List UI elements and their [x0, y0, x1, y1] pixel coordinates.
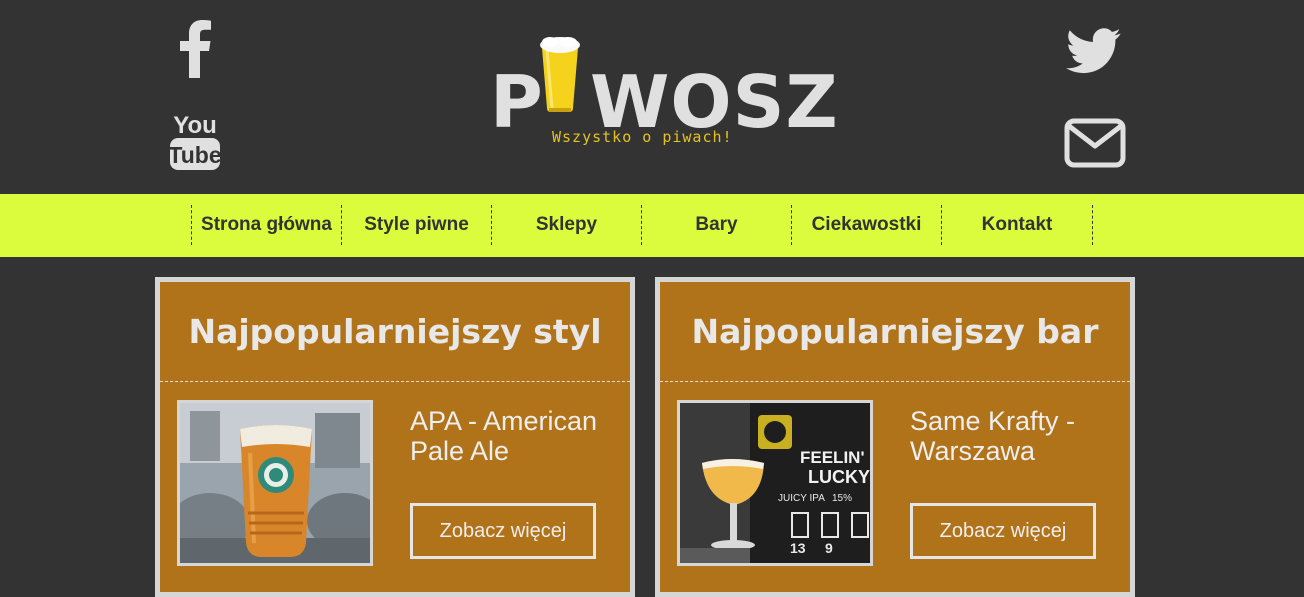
site-tagline: Wszystko o piwach!: [552, 128, 733, 146]
youtube-icon-label-top: You: [173, 112, 217, 139]
logo-letter-p: P: [490, 60, 544, 144]
youtube-icon[interactable]: You Tube: [169, 109, 221, 171]
see-more-button[interactable]: Zobacz więcej: [910, 503, 1096, 559]
sign-line-2: LUCKY: [808, 467, 870, 487]
site-logo[interactable]: P WOSZ: [488, 32, 838, 138]
style-name: APA - American Pale Ale: [410, 406, 598, 466]
sign-line-1: FEELIN': [800, 448, 865, 467]
card-title: Najpopularniejszy styl: [160, 282, 630, 382]
bar-name: Same Krafty - Warszawa: [910, 406, 1076, 466]
apa-beer-photo: [177, 400, 373, 566]
nav-item-contact[interactable]: Kontakt: [941, 205, 1093, 245]
nav-item-shops[interactable]: Sklepy: [491, 205, 641, 245]
mail-icon[interactable]: [1064, 118, 1126, 168]
twitter-icon[interactable]: [1066, 28, 1122, 74]
card-title: Najpopularniejszy bar: [660, 282, 1130, 382]
sign-line-3: JUICY IPA: [778, 493, 825, 504]
bar-photo: FEELIN' LUCKY JUICY IPA 15% 13 9: [677, 400, 873, 566]
nav-item-bars[interactable]: Bary: [641, 205, 791, 245]
nav-item-trivia[interactable]: Ciekawostki: [791, 205, 941, 245]
see-more-button[interactable]: Zobacz więcej: [410, 503, 596, 559]
nav-item-beer-styles[interactable]: Style piwne: [341, 205, 491, 245]
site-header: You Tube P WOSZ Wszystko o piwach!: [0, 0, 1304, 194]
main-navigation: Strona główna Style piwne Sklepy Bary Ci…: [0, 194, 1304, 257]
sign-number-2: 9: [825, 540, 833, 556]
beer-glass-icon: [540, 37, 580, 112]
sign-number-1: 13: [790, 540, 806, 556]
nav-item-home[interactable]: Strona główna: [191, 205, 341, 245]
popular-style-card: Najpopularniejszy styl APA - American Pa…: [155, 277, 635, 597]
popular-bar-card: Najpopularniejszy bar FEELIN' LUCKY JUIC…: [655, 277, 1135, 597]
youtube-icon-label-bottom: Tube: [169, 142, 221, 168]
sign-abv: 15%: [832, 493, 852, 504]
facebook-icon[interactable]: [178, 20, 212, 78]
